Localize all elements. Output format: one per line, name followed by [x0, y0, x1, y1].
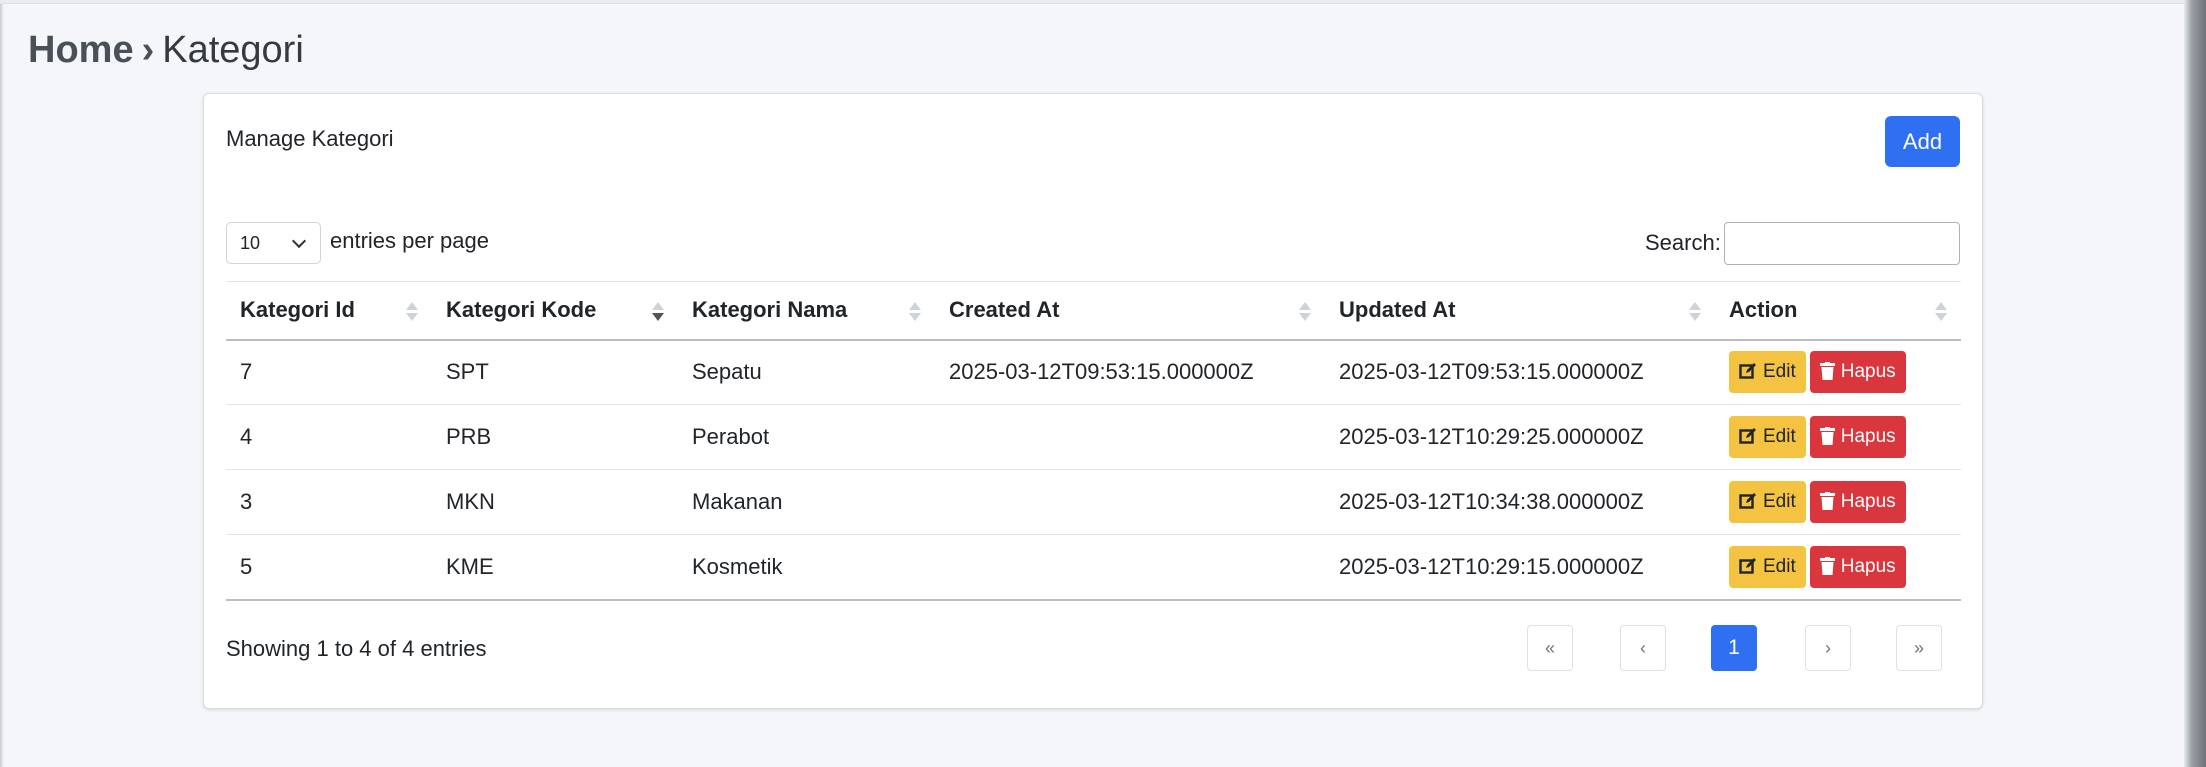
edit-icon: [1739, 557, 1756, 574]
breadcrumb-home[interactable]: Home: [28, 29, 134, 71]
cell-updated-at: 2025-03-12T09:53:15.000000Z: [1325, 339, 1715, 405]
edit-icon: [1739, 493, 1756, 509]
cell-kategori-nama: Perabot: [678, 404, 935, 470]
edit-icon: [1739, 363, 1756, 379]
cell-updated-at: 2025-03-12T10:29:25.000000Z: [1325, 404, 1715, 470]
entries-per-page-select[interactable]: 10: [226, 222, 321, 264]
column-header-kategori-kode[interactable]: Kategori Kode: [432, 281, 678, 341]
pagination-first-button[interactable]: «: [1527, 625, 1573, 671]
card-title: Manage Kategori: [226, 126, 394, 151]
table-row: 5 KME Kosmetik 2025-03-12T10:29:15.00000…: [226, 534, 1961, 601]
column-header-kategori-id[interactable]: Kategori Id: [226, 281, 432, 341]
cell-action: Edit Hapus: [1715, 469, 1961, 535]
breadcrumb: Home › Kategori: [28, 26, 304, 74]
cell-kategori-kode: PRB: [432, 404, 678, 470]
edit-button[interactable]: Edit: [1729, 481, 1806, 523]
delete-button[interactable]: Hapus: [1809, 351, 1906, 394]
chevron-down-icon: [291, 233, 307, 249]
cell-action: Edit Hapus: [1715, 404, 1961, 470]
pagination-next-button[interactable]: ›: [1805, 625, 1851, 671]
pagination-prev-button[interactable]: ‹: [1620, 625, 1666, 671]
cell-created-at: [935, 534, 1325, 601]
edit-icon: [1739, 428, 1756, 444]
entries-per-page-label: entries per page: [330, 228, 489, 253]
table-row: 7 SPT Sepatu 2025-03-12T09:53:15.000000Z…: [226, 339, 1961, 405]
cell-kategori-kode: KME: [432, 534, 678, 601]
column-header-action[interactable]: Action: [1715, 281, 1961, 341]
trash-icon: [1819, 492, 1835, 510]
search-label: Search:: [1645, 230, 1721, 255]
cell-kategori-nama: Kosmetik: [678, 534, 935, 601]
manage-kategori-card: Manage Kategori Add 10 entries per page …: [203, 93, 1983, 709]
trash-icon: [1819, 427, 1835, 445]
cell-kategori-id: 5: [226, 534, 432, 601]
table-header-row: Kategori Id Kategori Kode Kategori Nama …: [226, 281, 1961, 341]
cell-kategori-id: 4: [226, 404, 432, 470]
search-input[interactable]: [1724, 222, 1960, 265]
edit-button[interactable]: Edit: [1729, 416, 1806, 458]
column-header-created-at[interactable]: Created At: [935, 281, 1325, 341]
sort-icon: [1299, 302, 1311, 322]
trash-icon: [1819, 362, 1835, 381]
cell-kategori-kode: SPT: [432, 339, 678, 405]
cell-action: Edit Hapus: [1715, 534, 1961, 601]
delete-button[interactable]: Hapus: [1809, 481, 1906, 523]
sort-icon: [406, 302, 418, 322]
edit-button[interactable]: Edit: [1729, 351, 1806, 394]
cell-updated-at: 2025-03-12T10:34:38.000000Z: [1325, 469, 1715, 535]
window-scrollbar-edge: [2184, 0, 2206, 767]
column-header-updated-at[interactable]: Updated At: [1325, 281, 1715, 341]
cell-created-at: 2025-03-12T09:53:15.000000Z: [935, 339, 1325, 405]
window-left-shadow: [0, 0, 4, 767]
table-info: Showing 1 to 4 of 4 entries: [226, 636, 487, 661]
breadcrumb-separator: ›: [141, 29, 155, 71]
table-row: 3 MKN Makanan 2025-03-12T10:34:38.000000…: [226, 469, 1961, 535]
top-border: [0, 0, 2184, 4]
table-row: 4 PRB Perabot 2025-03-12T10:29:25.000000…: [226, 404, 1961, 470]
cell-kategori-id: 3: [226, 469, 432, 535]
sort-icon: [1935, 302, 1947, 322]
pagination-page-1[interactable]: 1: [1711, 625, 1757, 671]
delete-button[interactable]: Hapus: [1809, 416, 1906, 458]
sort-desc-icon: [652, 302, 664, 322]
add-button[interactable]: Add: [1885, 116, 1960, 167]
cell-kategori-nama: Makanan: [678, 469, 935, 535]
cell-updated-at: 2025-03-12T10:29:15.000000Z: [1325, 534, 1715, 601]
sort-icon: [909, 302, 921, 322]
kategori-table: Kategori Id Kategori Kode Kategori Nama …: [226, 281, 1961, 601]
cell-kategori-kode: MKN: [432, 469, 678, 535]
sort-icon: [1689, 302, 1701, 322]
edit-button[interactable]: Edit: [1729, 545, 1806, 588]
cell-kategori-id: 7: [226, 339, 432, 405]
entries-per-page-value: 10: [240, 233, 261, 253]
cell-created-at: [935, 404, 1325, 470]
delete-button[interactable]: Hapus: [1809, 545, 1906, 588]
cell-action: Edit Hapus: [1715, 339, 1961, 405]
trash-icon: [1819, 556, 1835, 575]
pagination-last-button[interactable]: »: [1896, 625, 1942, 671]
cell-kategori-nama: Sepatu: [678, 339, 935, 405]
breadcrumb-current: Kategori: [162, 29, 304, 71]
cell-created-at: [935, 469, 1325, 535]
column-header-kategori-nama[interactable]: Kategori Nama: [678, 281, 935, 341]
